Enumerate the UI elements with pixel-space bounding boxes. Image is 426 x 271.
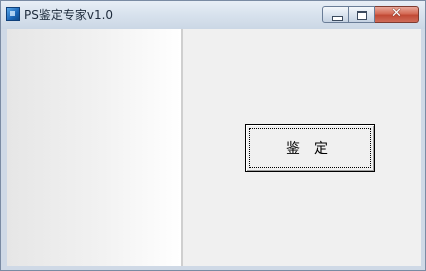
identify-button[interactable]: 鉴定 [245,124,375,172]
app-window: PS鉴定专家v1.0 ✕ 鉴定 [0,0,426,271]
close-button[interactable]: ✕ [375,6,419,23]
minimize-icon [332,16,343,21]
title-bar[interactable]: PS鉴定专家v1.0 ✕ [1,1,425,29]
image-preview-panel [7,29,181,266]
minimize-button[interactable] [322,6,349,23]
maximize-button[interactable] [349,6,375,23]
client-area: 鉴定 [7,29,421,266]
close-icon: ✕ [391,6,402,21]
maximize-icon [357,11,367,20]
caption-buttons: ✕ [322,6,419,23]
window-title: PS鉴定专家v1.0 [24,8,114,22]
app-icon [6,7,20,21]
